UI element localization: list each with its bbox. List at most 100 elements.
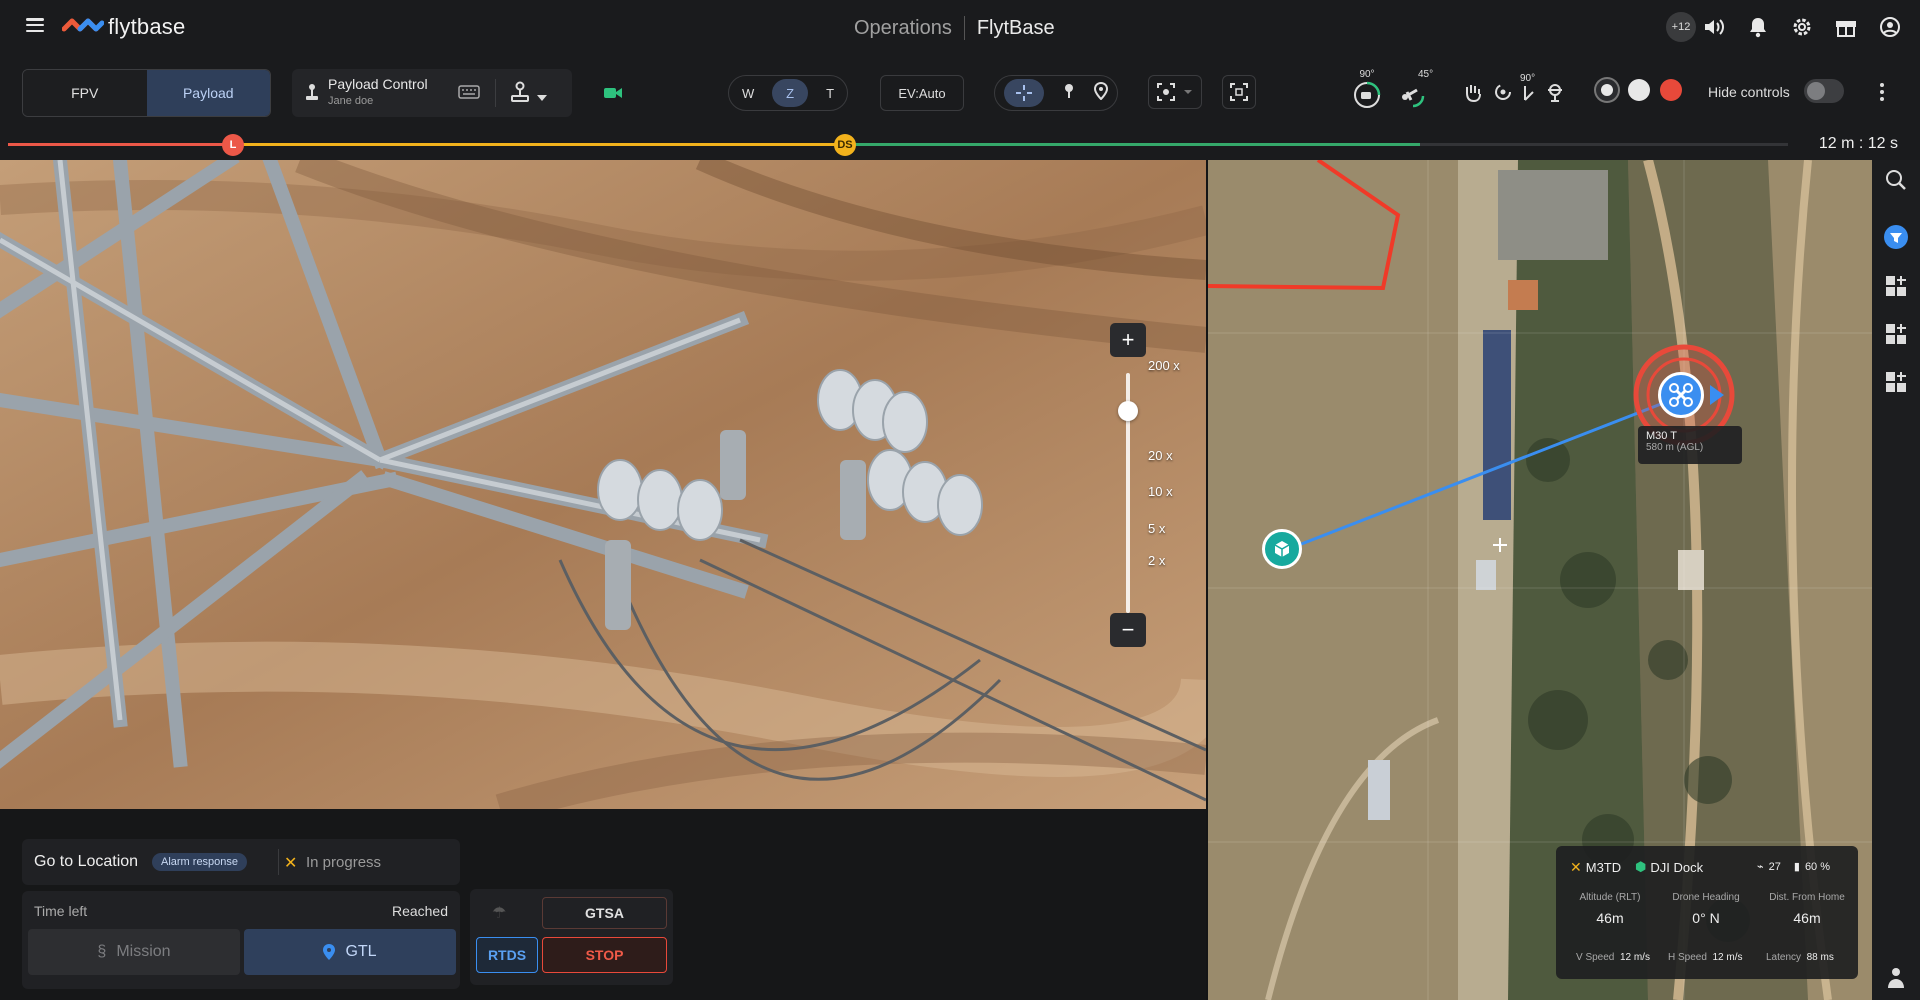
flight-time-left: 12 m : 12 s — [1818, 135, 1898, 152]
stop-button[interactable]: STOP — [542, 937, 667, 973]
more-options-icon[interactable] — [1880, 83, 1884, 101]
drone-marker-icon[interactable] — [1658, 372, 1704, 418]
tilt-90-value: 90° — [1520, 73, 1536, 84]
telemetry-status: ⌁ 27 ▮ 60 % — [1757, 860, 1831, 874]
emergency-actions-card: ☂ GTSA RTDS STOP — [470, 889, 673, 985]
controller-icon[interactable] — [510, 81, 530, 108]
zoom-knob[interactable] — [1118, 401, 1138, 421]
heading-value: 0° N — [1692, 910, 1720, 926]
rotate-icon[interactable] — [1492, 81, 1514, 108]
tab-payload[interactable]: Payload — [146, 70, 270, 116]
record-button[interactable] — [1660, 79, 1682, 101]
zoom-out-button[interactable]: − — [1110, 613, 1146, 647]
gimbal-pitch-control[interactable]: 90° — [1352, 69, 1382, 110]
palm-land-icon[interactable] — [1462, 81, 1484, 108]
drone-label-card[interactable]: M30 T 580 m (AGL) — [1638, 426, 1742, 464]
progress-marker-ds[interactable]: DS — [834, 134, 856, 156]
drone-model-icon: ✕ — [1570, 859, 1582, 875]
title-divider — [963, 16, 965, 40]
target-mode-group — [994, 75, 1118, 111]
mission-title: Go to Location — [34, 853, 139, 870]
battery-icon: ▮ — [1793, 861, 1800, 873]
brand-title: FlytBase — [976, 16, 1055, 39]
dock-name: DJI Dock — [1650, 859, 1704, 875]
keyboard-icon[interactable] — [458, 85, 480, 104]
mission-status-card: Time left Reached § Mission GTL — [22, 891, 460, 989]
mission-button[interactable]: § Mission — [28, 929, 240, 975]
gift-icon[interactable] — [1834, 15, 1858, 39]
distance-label: Dist. From Home — [1769, 892, 1845, 903]
drone-tilt-icon — [1401, 88, 1424, 108]
location-pin-icon[interactable] — [1093, 81, 1108, 105]
progress-segment-yellow — [234, 143, 845, 146]
capture-mode-button[interactable] — [1148, 75, 1202, 109]
rtds-button[interactable]: RTDS — [476, 937, 538, 973]
zoom-level-5: 5 x — [1148, 521, 1166, 536]
lens-tele[interactable]: T — [826, 86, 834, 101]
hide-controls-label: Hide controls — [1708, 84, 1790, 100]
pin-icon[interactable] — [1063, 83, 1075, 104]
zoom-level-10: 10 x — [1148, 484, 1173, 499]
telemetry-drone: ✕ M3TD — [1570, 859, 1621, 876]
chevron-down-icon[interactable] — [536, 89, 548, 107]
drone-label-altitude: 580 m (AGL) — [1646, 442, 1704, 453]
progress-segment-red — [8, 143, 234, 146]
mission-progress-bar: L DS 12 m : 12 s — [0, 130, 1920, 160]
bell-icon[interactable] — [1746, 15, 1770, 39]
search-icon[interactable] — [1884, 168, 1908, 192]
payload-camera-feed[interactable]: + 200 x 20 x 10 x 5 x 2 x − — [0, 160, 1206, 809]
hide-controls-toggle[interactable] — [1804, 79, 1844, 103]
progress-segment-green — [845, 143, 1420, 146]
crosshair-icon[interactable] — [1004, 79, 1045, 107]
focus-frame-button[interactable] — [1222, 75, 1256, 109]
layers-add-icon-3[interactable] — [1884, 370, 1908, 394]
drone-model: M3TD — [1585, 860, 1622, 875]
progress-marker-l[interactable]: L — [222, 134, 244, 156]
page-title: Operations FlytBase — [854, 16, 1055, 40]
gtl-button-label: GTL — [345, 943, 377, 960]
pilot-icon[interactable] — [1884, 966, 1908, 990]
time-left-label: Time left — [34, 903, 88, 919]
speaker-icon[interactable] — [1702, 15, 1726, 39]
lens-zoom[interactable]: Z — [772, 79, 809, 107]
zoom-level-2: 2 x — [1148, 553, 1166, 568]
payload-control-card[interactable]: Payload Control Jane doe — [292, 69, 572, 117]
layers-add-icon-2[interactable] — [1884, 322, 1908, 346]
vspeed: V Speed 12 m/s — [1576, 952, 1650, 963]
tab-fpv[interactable]: FPV — [23, 70, 147, 116]
video-camera-icon[interactable] — [604, 86, 622, 105]
gimbal-angle-control[interactable]: 45° — [1394, 69, 1433, 110]
photo-capture-button[interactable] — [1596, 79, 1618, 101]
payload-control-user: Jane doe — [328, 95, 374, 107]
parachute-icon[interactable]: ☂ — [492, 903, 506, 923]
drone-heading-arrow-icon — [1710, 385, 1724, 405]
menu-icon[interactable] — [26, 18, 44, 32]
zoom-level-200: 200 x — [1148, 358, 1180, 373]
account-icon[interactable] — [1878, 15, 1902, 39]
gimbal-center-icon[interactable] — [1544, 81, 1566, 108]
zoom-in-button[interactable]: + — [1110, 323, 1146, 357]
satellite-count: 27 — [1768, 860, 1781, 873]
view-mode-switch: FPV Payload — [22, 69, 271, 117]
altitude-value: 46m — [1596, 910, 1624, 926]
gear-icon[interactable] — [1790, 15, 1814, 39]
vspeed-label: V Speed — [1576, 952, 1615, 963]
dock-marker-icon[interactable] — [1262, 529, 1302, 569]
lens-wide[interactable]: W — [742, 86, 754, 101]
drone-label-name: M30 T — [1646, 430, 1677, 442]
gtsa-button[interactable]: GTSA — [542, 897, 667, 929]
layers-add-icon-1[interactable] — [1884, 274, 1908, 298]
latency-label: Latency — [1766, 952, 1802, 963]
gtl-button[interactable]: GTL — [244, 929, 456, 975]
location-icon — [323, 944, 336, 960]
battery-level: 60 % — [1804, 860, 1831, 873]
telemetry-dock: ⬢ DJI Dock — [1635, 859, 1703, 875]
filter-icon[interactable] — [1884, 225, 1908, 249]
exposure-value-button[interactable]: EV:Auto — [880, 75, 964, 111]
camera-scene-image — [0, 160, 1206, 809]
participant-count-badge[interactable]: +12 — [1666, 12, 1696, 42]
dock-icon: ⬢ — [1635, 859, 1647, 874]
tilt-90-control[interactable]: 90° — [1520, 73, 1538, 102]
white-record-button[interactable] — [1628, 79, 1650, 101]
camera-toolbar: FPV Payload Payload Control Jane doe W Z… — [0, 55, 1920, 130]
